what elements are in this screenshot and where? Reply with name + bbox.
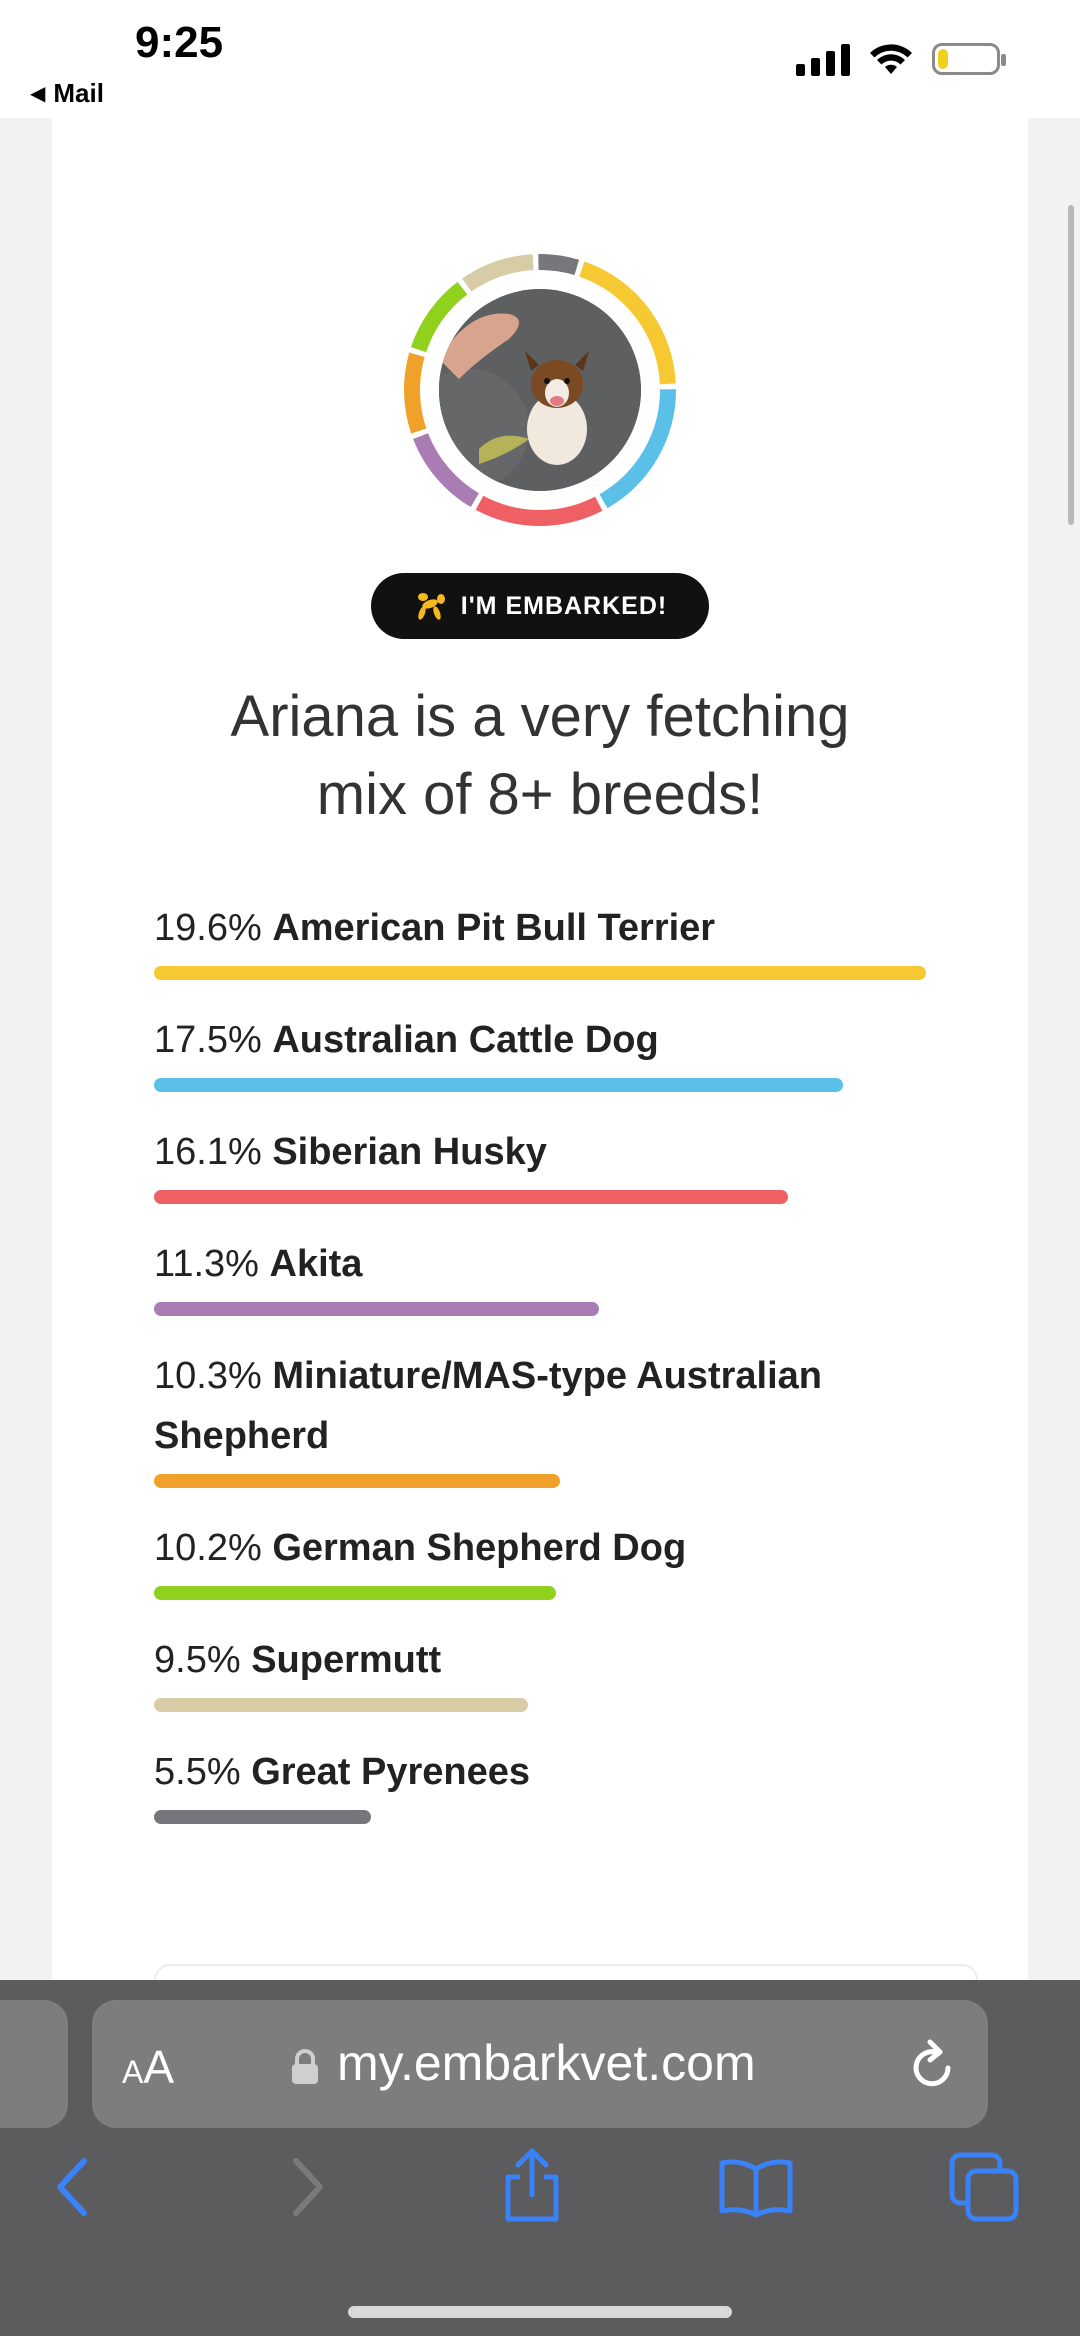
address-bar[interactable]: AA my.embarkvet.com: [92, 2000, 988, 2128]
breed-percent-bar: [154, 966, 926, 980]
bookmarks-icon[interactable]: [716, 2155, 796, 2219]
home-indicator: [348, 2306, 732, 2318]
back-triangle-icon: ◀: [30, 83, 46, 105]
signal-icon: [796, 42, 850, 76]
dog-photo: [439, 289, 641, 491]
reload-icon[interactable]: [908, 2038, 958, 2092]
breed-name: Siberian Husky: [272, 1131, 547, 1173]
battery-icon: [932, 43, 1006, 75]
breed-item[interactable]: 9.5% Supermutt: [154, 1630, 954, 1712]
lock-icon: [292, 2049, 318, 2084]
mix-headline: Ariana is a very fetching mix of 8+ bree…: [52, 678, 1028, 834]
breed-item[interactable]: 11.3% Akita: [154, 1234, 954, 1316]
results-card: I'M EMBARKED! Ariana is a very fetching …: [52, 118, 1028, 1980]
share-icon[interactable]: [500, 2147, 564, 2223]
previous-tab-peek[interactable]: [0, 2000, 68, 2128]
breed-percent: 11.3%: [154, 1243, 259, 1285]
breed-text: 10.2% German Shepherd Dog: [154, 1518, 954, 1578]
breed-percent: 9.5%: [154, 1639, 241, 1681]
back-to-mail-label: Mail: [53, 78, 104, 108]
balloon-dog-icon: [417, 593, 445, 620]
breed-percent: 19.6%: [154, 907, 262, 949]
next-section-card: [154, 1964, 978, 1980]
status-time: 9:25: [135, 18, 224, 67]
breed-percent-bar: [154, 1810, 371, 1824]
tabs-icon[interactable]: [948, 2151, 1022, 2223]
breed-percent: 10.3%: [154, 1355, 262, 1397]
breed-ring-segment: [404, 352, 427, 434]
breed-text: 5.5% Great Pyrenees: [154, 1742, 954, 1802]
wifi-icon: [870, 44, 912, 74]
breed-name: Australian Cattle Dog: [272, 1019, 659, 1061]
breed-item[interactable]: 5.5% Great Pyrenees: [154, 1742, 954, 1824]
breed-percent-bar: [154, 1190, 788, 1204]
breed-text: 19.6% American Pit Bull Terrier: [154, 898, 954, 958]
breed-percent: 16.1%: [154, 1131, 262, 1173]
breed-ring-avatar: [398, 248, 682, 532]
breed-ring-segment: [475, 495, 603, 526]
back-icon[interactable]: [50, 2155, 94, 2219]
breed-item[interactable]: 16.1% Siberian Husky: [154, 1122, 954, 1204]
breed-percent: 17.5%: [154, 1019, 262, 1061]
breed-list: 19.6% American Pit Bull Terrier 17.5% Aus…: [154, 898, 954, 1854]
breed-ring-segment: [462, 254, 534, 292]
breed-text: 10.3% Miniature/MAS-type Australian Shep…: [154, 1346, 954, 1466]
breed-ring-segment: [538, 254, 580, 276]
breed-item[interactable]: 19.6% American Pit Bull Terrier: [154, 898, 954, 980]
battery-level: [938, 49, 948, 69]
status-icons: [796, 42, 1006, 76]
breed-item[interactable]: 10.3% Miniature/MAS-type Australian Shep…: [154, 1346, 954, 1488]
breed-name: German Shepherd Dog: [272, 1527, 687, 1569]
embarked-badge-label: I'M EMBARKED!: [460, 591, 668, 620]
breed-item[interactable]: 17.5% Australian Cattle Dog: [154, 1010, 954, 1092]
breed-item[interactable]: 10.2% German Shepherd Dog: [154, 1518, 954, 1600]
breed-name: American Pit Bull Terrier: [272, 907, 716, 949]
breed-percent-bar: [154, 1586, 556, 1600]
breed-text: 17.5% Australian Cattle Dog: [154, 1010, 954, 1070]
back-to-mail-button[interactable]: ◀ Mail: [30, 78, 104, 109]
breed-name: Supermutt: [251, 1639, 442, 1681]
status-bar: 9:25 ◀ Mail: [0, 0, 1080, 118]
forward-icon[interactable]: [286, 2155, 330, 2219]
headline-line-2: mix of 8+ breeds!: [316, 762, 764, 827]
breed-text: 16.1% Siberian Husky: [154, 1122, 954, 1182]
breed-percent: 5.5%: [154, 1751, 241, 1793]
reader-text-size-button[interactable]: AA: [122, 2040, 174, 2094]
breed-name: Great Pyrenees: [251, 1751, 531, 1793]
breed-percent-bar: [154, 1474, 560, 1488]
headline-line-1: Ariana is a very fetching: [230, 684, 850, 749]
breed-text: 9.5% Supermutt: [154, 1630, 954, 1690]
page-scrollbar[interactable]: [1068, 205, 1074, 525]
embarked-badge[interactable]: I'M EMBARKED!: [371, 573, 709, 639]
breed-percent-bar: [154, 1078, 843, 1092]
browser-toolbar: [0, 2148, 1080, 2235]
breed-text: 11.3% Akita: [154, 1234, 954, 1294]
breed-name: Akita: [269, 1243, 363, 1285]
breed-percent-bar: [154, 1698, 528, 1712]
breed-percent-bar: [154, 1302, 599, 1316]
url-text: my.embarkvet.com: [337, 2035, 756, 2091]
breed-percent: 10.2%: [154, 1527, 262, 1569]
browser-chrome: AA my.embarkvet.com: [0, 1980, 1080, 2336]
